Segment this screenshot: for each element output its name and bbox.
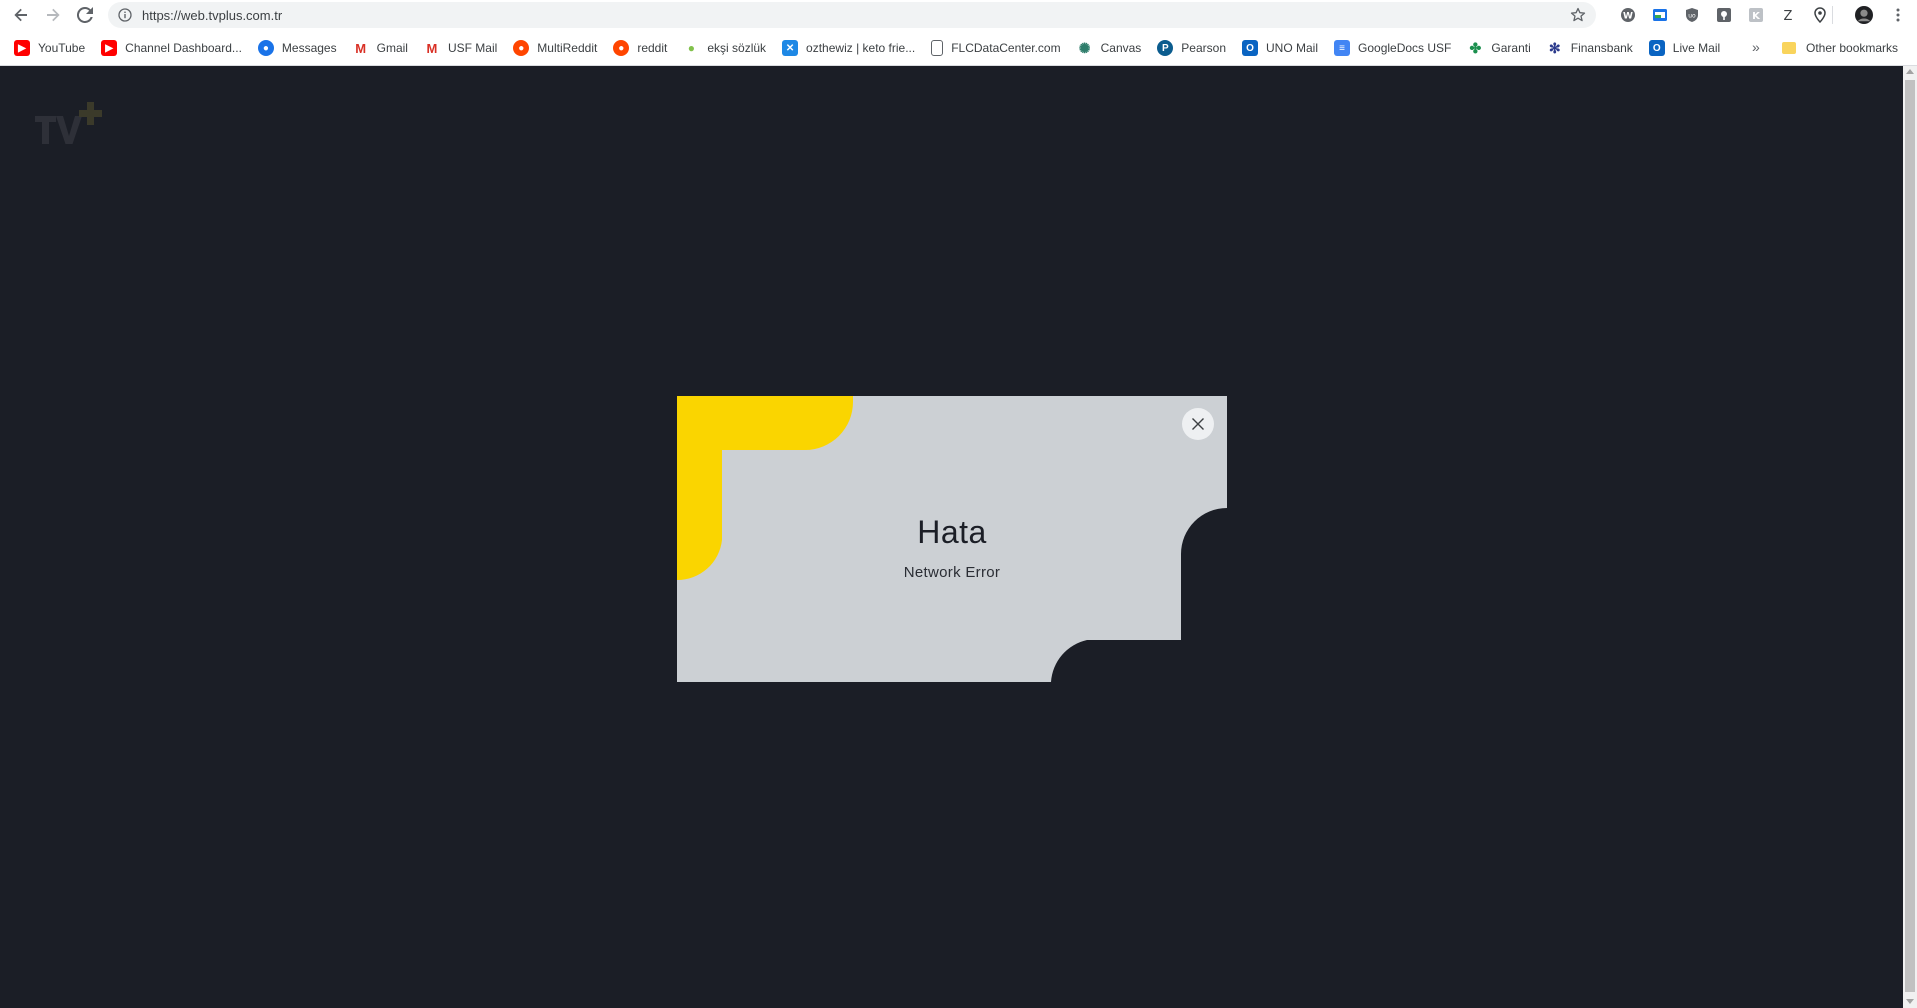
page-content: Hata Network Error — [0, 66, 1903, 1008]
bookmark-list: ▶ YouTube ▶ Channel Dashboard... ● Messages M G… — [6, 30, 1728, 66]
bookmark-item[interactable]: ✤ Garanti — [1459, 35, 1538, 61]
scroll-down-arrow[interactable] — [1906, 999, 1914, 1004]
bookmark-item[interactable]: FLCDataCenter.com — [923, 35, 1068, 61]
bookmark-label: UNO Mail — [1266, 41, 1319, 55]
arrow-left-icon — [14, 8, 27, 22]
bookmarks-overflow-button[interactable]: » — [1752, 39, 1760, 55]
error-dialog: Hata Network Error — [677, 396, 1227, 682]
bookmark-item[interactable]: M USF Mail — [416, 35, 505, 61]
extension-image-icon[interactable] — [1651, 6, 1669, 24]
bookmark-item[interactable]: O UNO Mail — [1234, 35, 1326, 61]
extension-k-icon[interactable]: K — [1747, 6, 1765, 24]
close-button[interactable] — [1182, 408, 1214, 440]
bookmark-item[interactable]: O Live Mail — [1641, 35, 1728, 61]
bookmark-item[interactable]: ≡ GoogleDocs USF — [1326, 35, 1459, 61]
gmail-icon: M — [355, 40, 367, 56]
reload-icon — [77, 7, 93, 23]
extension-location-icon[interactable] — [1811, 6, 1829, 24]
bookmark-label: Channel Dashboard... — [125, 41, 242, 55]
bookmark-label: USF Mail — [447, 41, 498, 55]
bookmark-label: reddit — [637, 41, 668, 55]
back-button[interactable] — [10, 4, 32, 26]
bookmark-item[interactable]: ● reddit — [605, 35, 675, 61]
bookmark-label: FLCDataCenter.com — [951, 41, 1061, 55]
info-icon[interactable] — [118, 8, 132, 22]
outlook-icon: O — [1242, 40, 1258, 56]
eksi-icon: ● — [687, 41, 695, 55]
bookmark-item[interactable]: ✺ Canvas — [1069, 35, 1150, 61]
bookmark-item[interactable]: ● MultiReddit — [505, 35, 605, 61]
tvplus-logo-icon — [35, 102, 102, 144]
extension-pin-icon[interactable] — [1715, 6, 1733, 24]
bookmark-label: ekşi sözlük — [707, 41, 767, 55]
bookmark-label: Garanti — [1491, 41, 1531, 55]
reddit-icon: ● — [513, 40, 530, 56]
docs-icon: ≡ — [1334, 40, 1351, 56]
svg-text:Z: Z — [1784, 9, 1793, 23]
pearson-icon: P — [1157, 40, 1174, 56]
extension-w-icon[interactable]: W — [1619, 6, 1637, 24]
bookmark-item[interactable]: ● Messages — [250, 35, 345, 61]
forward-button[interactable] — [42, 4, 64, 26]
page-scrollbar[interactable] — [1903, 66, 1917, 1008]
menu-button[interactable] — [1889, 6, 1907, 24]
outlook-icon: O — [1648, 40, 1665, 56]
gmail-icon: M — [426, 40, 438, 56]
dialog-title: Hata — [917, 514, 987, 550]
close-icon — [1192, 418, 1204, 430]
bookmark-item[interactable]: ● ekşi sözlük — [675, 35, 774, 61]
bookmark-item[interactable]: P Pearson — [1149, 35, 1234, 61]
canvas-icon: ✺ — [1078, 39, 1091, 56]
bookmark-label: Live Mail — [1672, 41, 1721, 55]
ozthewiz-icon: ✕ — [782, 40, 799, 56]
bookmark-item[interactable]: ▶ Channel Dashboard... — [93, 35, 250, 61]
reload-button[interactable] — [74, 4, 96, 26]
bookmark-label: Pearson — [1181, 41, 1226, 55]
bookmark-item[interactable]: ▶ YouTube — [6, 35, 93, 61]
garanti-icon: ✤ — [1469, 39, 1482, 56]
other-bookmarks-label: Other bookmarks — [1806, 41, 1899, 55]
bookmark-item[interactable]: ✻ Finansbank — [1539, 35, 1641, 61]
url-text[interactable]: https://web.tvplus.com.tr — [142, 8, 282, 23]
messages-icon: ● — [257, 40, 274, 56]
scroll-thumb[interactable] — [1905, 80, 1915, 992]
bookmark-label: ozthewiz | keto frie... — [806, 41, 916, 55]
bookmark-label: YouTube — [38, 41, 86, 55]
bookmark-label: Finansbank — [1570, 41, 1633, 55]
toolbar-separator — [1832, 6, 1833, 24]
bookmark-label: GoogleDocs USF — [1358, 41, 1452, 55]
scroll-up-arrow[interactable] — [1906, 69, 1914, 74]
bookmark-label: Gmail — [376, 41, 408, 55]
bookmark-label: Canvas — [1100, 41, 1142, 55]
bookmark-item[interactable]: M Gmail — [345, 35, 416, 61]
extension-z-icon[interactable]: Z — [1779, 6, 1797, 24]
tvplus-logo[interactable] — [34, 100, 104, 151]
arrow-right-icon — [47, 8, 60, 22]
finansbank-icon: ✻ — [1548, 39, 1561, 56]
dialog-message: Network Error — [903, 564, 1001, 581]
bookmarks-bar: ▶ YouTube ▶ Channel Dashboard... ● Messages M G… — [0, 30, 1917, 66]
browser-toolbar: https://web.tvplus.com.tr W uo K Z — [0, 0, 1917, 30]
page-icon — [931, 40, 944, 56]
bookmark-item[interactable]: ✕ ozthewiz | keto frie... — [774, 35, 923, 61]
profile-avatar[interactable] — [1855, 6, 1873, 24]
folder-icon — [1782, 42, 1796, 54]
address-bar[interactable]: https://web.tvplus.com.tr — [108, 2, 1596, 28]
svg-text:uo: uo — [1688, 13, 1696, 20]
other-bookmarks[interactable]: Other bookmarks — [1782, 35, 1898, 61]
youtube-icon: ▶ — [14, 40, 30, 56]
youtube-icon: ▶ — [101, 40, 118, 56]
svg-text:W: W — [1623, 12, 1633, 22]
star-icon[interactable] — [1570, 7, 1586, 23]
extension-shield-icon[interactable]: uo — [1683, 6, 1701, 24]
svg-text:K: K — [1752, 11, 1761, 22]
reddit-icon: ● — [613, 40, 630, 56]
bookmark-label: Messages — [281, 41, 337, 55]
bookmark-label: MultiReddit — [537, 41, 598, 55]
more-vert-icon — [1896, 8, 1900, 22]
